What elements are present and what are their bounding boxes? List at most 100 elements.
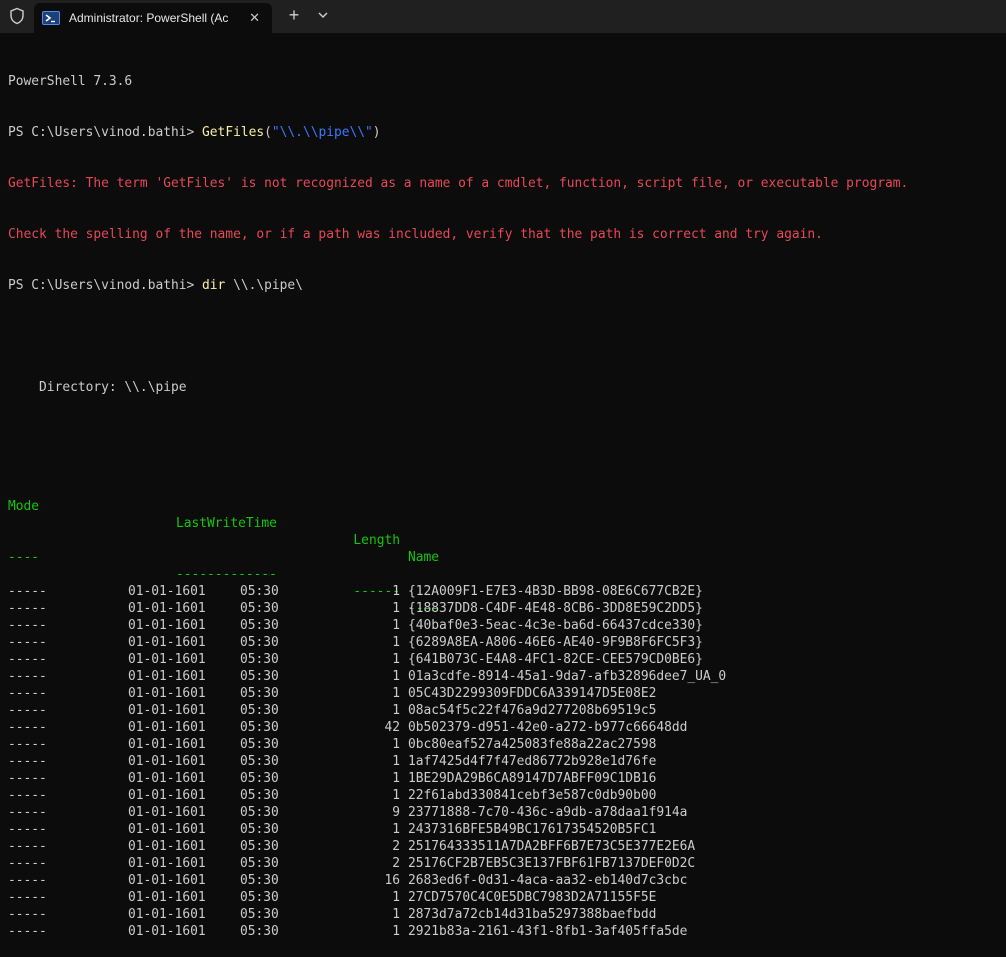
row-date: 01-01-1601	[128, 805, 206, 820]
row-date: 01-01-1601	[128, 907, 206, 922]
command-name: GetFiles	[202, 125, 265, 140]
row-length: 1	[392, 822, 400, 837]
error-line-2: Check the spelling of the name, or if a …	[8, 227, 823, 242]
row-date: 01-01-1601	[128, 686, 206, 701]
row-name: 2437316BFE5B49BC17617354520B5FC1	[408, 822, 657, 837]
row-time: 05:30	[240, 686, 279, 701]
row-length: 42	[384, 720, 400, 735]
chevron-down-icon[interactable]	[313, 7, 333, 23]
table-header-underline: ---- ------------- ------ ----	[8, 532, 1006, 616]
row-length: 1	[392, 737, 400, 752]
row-length: 1	[392, 788, 400, 803]
command-line-2: PS C:\Users\vinod.bathi> dir \\.\pipe\	[8, 277, 1006, 294]
row-mode: -----	[8, 788, 47, 803]
table-row: ----- 01-01-1601 05:30 42 0b502379-d951-42e0…	[8, 719, 1006, 736]
row-time: 05:30	[240, 873, 279, 888]
row-date: 01-01-1601	[128, 788, 206, 803]
row-time: 05:30	[240, 635, 279, 650]
row-name: 0bc80eaf527a425083fe88a22ac27598	[408, 737, 657, 752]
row-mode: -----	[8, 652, 47, 667]
table-row: ----- 01-01-1601 05:30 1 2873d7a72cb14d31ba5…	[8, 906, 1006, 923]
table-row: ----- 01-01-1601 05:30 1 {40baf0e3-5eac-4c3e…	[8, 617, 1006, 634]
row-mode: -----	[8, 805, 47, 820]
row-date: 01-01-1601	[128, 890, 206, 905]
row-mode: -----	[8, 907, 47, 922]
table-row: ----- 01-01-1601 05:30 1 {6289A8EA-A806-46E6…	[8, 634, 1006, 651]
table-row: ----- 01-01-1601 05:30 1 01a3cdfe-8914-45a1-…	[8, 668, 1006, 685]
row-length: 1	[392, 771, 400, 786]
shield-icon[interactable]	[8, 7, 26, 25]
row-mode: -----	[8, 703, 47, 718]
row-date: 01-01-1601	[128, 618, 206, 633]
row-time: 05:30	[240, 669, 279, 684]
row-mode: -----	[8, 890, 47, 905]
table-row: ----- 01-01-1601 05:30 1 2437316BFE5B49BC176…	[8, 821, 1006, 838]
row-length: 1	[392, 601, 400, 616]
paren-open: (	[264, 125, 272, 140]
tab-title: Administrator: PowerShell (Ac	[69, 11, 229, 25]
row-length: 1	[392, 686, 400, 701]
row-name: 2683ed6f-0d31-4aca-aa32-eb140d7c3cbc	[408, 873, 688, 888]
table-row: ----- 01-01-1601 05:30 1 08ac54f5c22f476a9d2…	[8, 702, 1006, 719]
command-name: dir	[202, 278, 226, 293]
powershell-icon	[42, 11, 60, 25]
row-time: 05:30	[240, 703, 279, 718]
row-date: 01-01-1601	[128, 924, 206, 939]
row-date: 01-01-1601	[128, 754, 206, 769]
close-icon[interactable]: ✕	[249, 10, 260, 26]
table-row: ----- 01-01-1601 05:30 1 {18837DD8-C4DF-4E48…	[8, 600, 1006, 617]
row-time: 05:30	[240, 618, 279, 633]
version-line: PowerShell 7.3.6	[8, 74, 133, 89]
row-length: 1	[392, 703, 400, 718]
row-time: 05:30	[240, 737, 279, 752]
row-time: 05:30	[240, 754, 279, 769]
row-time: 05:30	[240, 839, 279, 854]
table-row: ----- 01-01-1601 05:30 1 27CD7570C4C0E5DBC79…	[8, 889, 1006, 906]
table-row: ----- 01-01-1601 05:30 1 {12A009F1-E7E3-4B3D…	[8, 583, 1006, 600]
row-name: 25176CF2B7EB5C3E137FBF61FB7137DEF0D2C	[408, 856, 696, 871]
row-name: 27CD7570C4C0E5DBC7983D2A71155F5E	[408, 890, 657, 905]
row-mode: -----	[8, 822, 47, 837]
prompt: PS C:\Users\vinod.bathi>	[8, 125, 203, 140]
row-name: 1BE29DA29B6CA89147D7ABFF09C1DB16	[408, 771, 657, 786]
table-row: ----- 01-01-1601 05:30 9 23771888-7c70-436c-…	[8, 804, 1006, 821]
command-argument: "\\.\\pipe\\"	[271, 125, 373, 140]
row-date: 01-01-1601	[128, 669, 206, 684]
row-name: 23771888-7c70-436c-a9db-a78daa1f914a	[408, 805, 688, 820]
row-time: 05:30	[240, 601, 279, 616]
paren-close: )	[372, 125, 381, 140]
row-date: 01-01-1601	[128, 822, 206, 837]
row-time: 05:30	[240, 805, 279, 820]
row-date: 01-01-1601	[128, 839, 206, 854]
row-mode: -----	[8, 618, 47, 633]
row-date: 01-01-1601	[128, 720, 206, 735]
row-time: 05:30	[240, 720, 279, 735]
header-mode: Mode	[8, 499, 40, 514]
row-time: 05:30	[240, 584, 279, 599]
row-length: 1	[392, 924, 400, 939]
row-length: 1	[392, 754, 400, 769]
row-name: {641B073C-E4A8-4FC1-82CE-CEE579CD0BE6}	[408, 652, 703, 667]
row-date: 01-01-1601	[128, 601, 206, 616]
table-row: ----- 01-01-1601 05:30 1 05C43D2299309FDDC6A…	[8, 685, 1006, 702]
command-argument: \\.\pipe\	[225, 278, 303, 293]
row-mode: -----	[8, 635, 47, 650]
row-mode: -----	[8, 873, 47, 888]
tab-powershell[interactable]: Administrator: PowerShell (Ac ✕	[34, 3, 272, 33]
table-row: ----- 01-01-1601 05:30 1 2921b83a-2161-43f1-…	[8, 923, 1006, 940]
terminal-output[interactable]: PowerShell 7.3.6 PS C:\Users\vinod.bathi…	[8, 39, 1006, 957]
title-bar: Administrator: PowerShell (Ac ✕ +	[0, 0, 1006, 33]
row-date: 01-01-1601	[128, 635, 206, 650]
row-date: 01-01-1601	[128, 771, 206, 786]
table-row: ----- 01-01-1601 05:30 2 251764333511A7DA2BF…	[8, 838, 1006, 855]
plus-icon[interactable]: +	[284, 5, 304, 26]
row-name: 1af7425d4f7f47ed86772b928e1d76fe	[408, 754, 657, 769]
row-name: {12A009F1-E7E3-4B3D-BB98-08E6C677CB2E}	[408, 584, 703, 599]
row-length: 1	[392, 669, 400, 684]
row-length: 1	[392, 907, 400, 922]
row-mode: -----	[8, 737, 47, 752]
row-time: 05:30	[240, 771, 279, 786]
row-mode: -----	[8, 601, 47, 616]
